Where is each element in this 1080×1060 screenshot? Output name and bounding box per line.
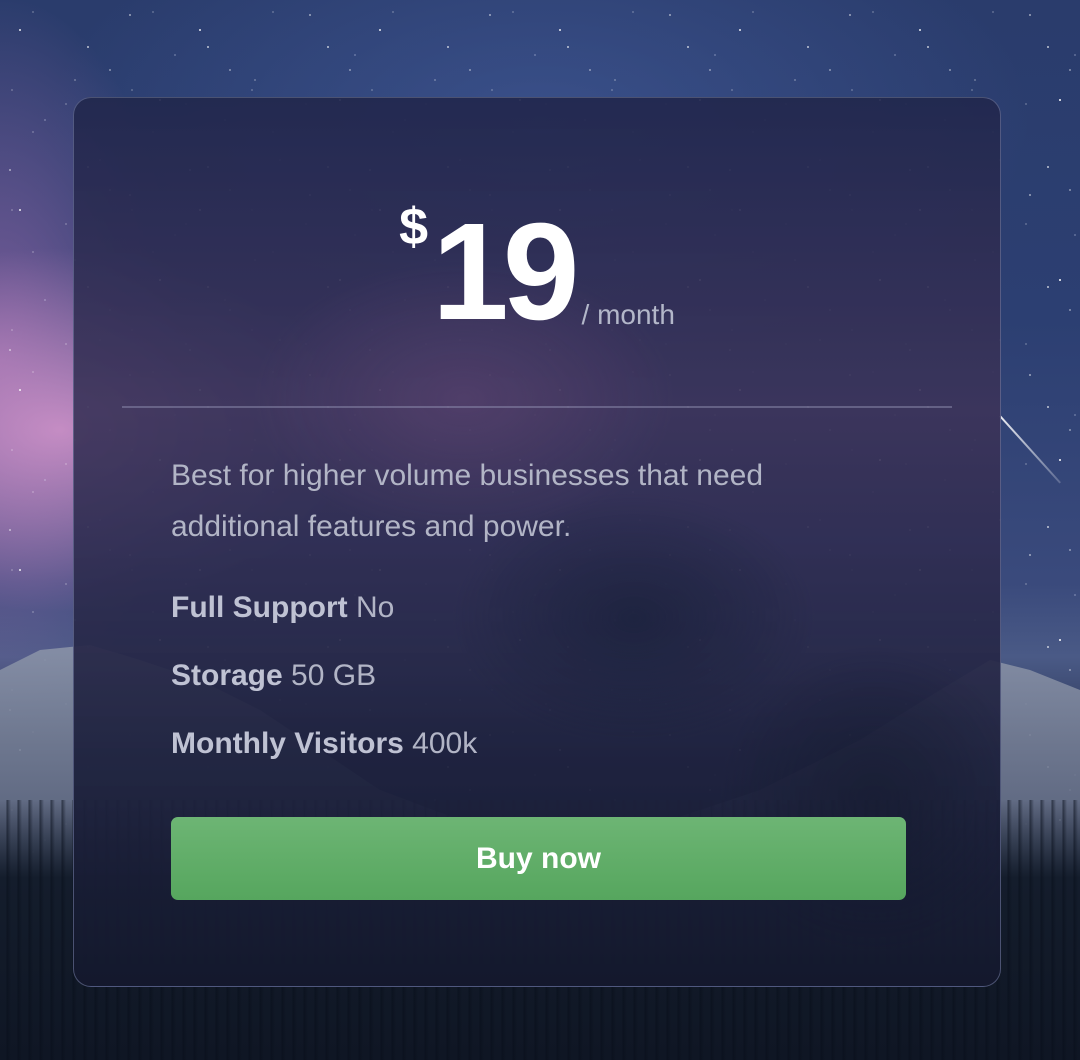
feature-value: 50 GB <box>291 659 377 692</box>
feature-item-monthly-visitors: Monthly Visitors 400k <box>171 724 477 792</box>
price-period: / month <box>581 299 675 330</box>
divider <box>122 406 952 408</box>
feature-item-full-support: Full Support No <box>171 588 477 656</box>
buy-now-button[interactable]: Buy now <box>171 817 906 900</box>
feature-label: Monthly Visitors <box>171 727 413 760</box>
pricing-card: $ 19 / month Best for higher volume busi… <box>73 97 1001 987</box>
feature-list: Full Support No Storage 50 GB Monthly Vi… <box>171 588 477 792</box>
feature-label: Storage <box>171 659 292 692</box>
feature-item-storage: Storage 50 GB <box>171 656 477 724</box>
feature-value: 400k <box>412 727 478 760</box>
price-amount: 19 <box>432 195 579 349</box>
currency-symbol: $ <box>399 198 429 256</box>
feature-label: Full Support <box>171 591 356 624</box>
price-display: $ 19 / month <box>74 193 1000 341</box>
plan-description: Best for higher volume businesses that n… <box>171 459 764 543</box>
feature-value: No <box>355 591 395 624</box>
